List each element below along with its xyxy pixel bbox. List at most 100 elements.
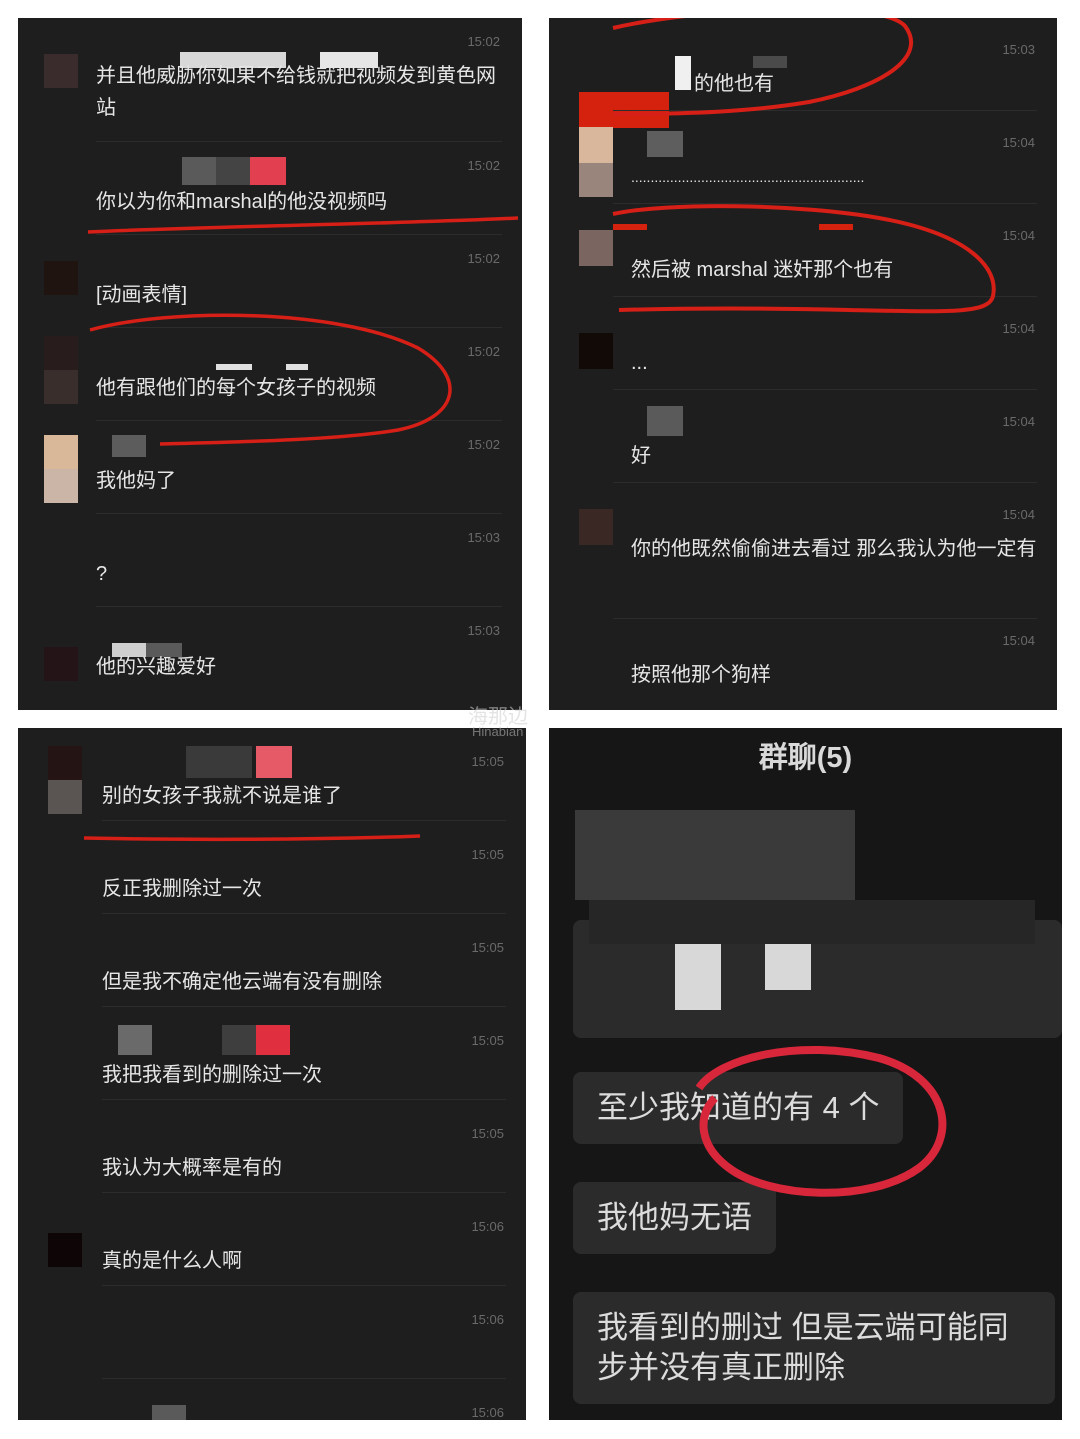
message-text: 我他妈了 (96, 470, 176, 492)
message-text: ... (631, 352, 648, 374)
watermark-subtext: Hinabian (472, 724, 524, 739)
chat-message: 15:03 ? (18, 514, 522, 607)
avatar (48, 1233, 82, 1267)
avatar (48, 746, 82, 780)
message-bubble: 我看到的删过 但是云端可能同步并没有真正删除 (573, 1292, 1055, 1404)
message-time: 15:02 (467, 344, 500, 359)
redaction-block (152, 1405, 186, 1420)
message-time: 15:04 (1002, 507, 1035, 522)
chat-message: 15:04 ..................................… (549, 111, 1057, 204)
message-text: 真的是什么人啊 (102, 1250, 242, 1272)
message-text: 好 (631, 445, 651, 467)
chat-message: 15:02 并且他威胁你如果不给钱就把视频发到黄色网站 (18, 18, 522, 142)
chat-message: 15:03 的他也有 (549, 18, 1057, 128)
chat-message: 15:04 好 (549, 390, 1057, 483)
chat-message: 15:06 (18, 1379, 526, 1420)
message-time: 15:06 (471, 1219, 504, 1234)
avatar (44, 469, 78, 503)
redaction-block (216, 157, 250, 185)
message-time: 15:03 (1002, 42, 1035, 57)
redaction-block (182, 157, 216, 185)
group-chat-panel: 群聊(5) 至少我知道的有 4 个 我他妈无语 我看到的删过 但是云端可能同步并… (549, 728, 1062, 1420)
redaction-block (256, 1025, 290, 1055)
avatar (44, 435, 78, 469)
message-time: 15:04 (1002, 228, 1035, 243)
message-text: 但是我不确定他云端有没有删除 (102, 971, 382, 993)
redaction-block (112, 435, 146, 457)
message-time: 15:04 (1002, 135, 1035, 150)
avatar (579, 509, 613, 545)
redaction-block (250, 157, 286, 185)
avatar (579, 333, 613, 369)
chat-message: 15:03 他的兴趣爱好 (18, 607, 522, 700)
chat-message: 15:04 然后被 marshal 迷奸那个也有 (549, 204, 1057, 297)
message-time: 15:05 (471, 847, 504, 862)
message-time: 15:02 (467, 34, 500, 49)
message-text: 然后被 marshal 迷奸那个也有 (631, 259, 894, 281)
chat-message: 15:04 按照他那个狗样 (549, 619, 1057, 710)
message-text: 并且他威胁你如果不给钱就把视频发到黄色网站 (96, 65, 496, 119)
chat-message: 15:06 (18, 1286, 526, 1379)
redaction-block (819, 224, 853, 230)
message-text: 他有跟他们的每个女孩子的视频 (96, 377, 376, 399)
chat-message: 15:05 我认为大概率是有的 (18, 1100, 526, 1193)
chat-title: 群聊(5) (758, 742, 853, 774)
message-time: 15:02 (467, 251, 500, 266)
message-time: 15:04 (1002, 414, 1035, 429)
redaction-block (589, 900, 1035, 944)
message-time: 15:05 (471, 1033, 504, 1048)
message-text: [动画表情] (96, 284, 188, 306)
redaction-block (286, 364, 308, 370)
chat-message: 15:05 反正我删除过一次 (18, 821, 526, 914)
message-text: ........................................… (631, 169, 865, 185)
chat-panel-3: 15:05 别的女孩子我就不说是谁了 15:05 反正我删除过一次 15:05 … (18, 728, 526, 1420)
message-text: 我认为大概率是有的 (102, 1157, 282, 1179)
message-time: 15:05 (471, 1126, 504, 1141)
avatar (579, 230, 613, 266)
redaction-block (753, 56, 787, 68)
message-text: 你以为你和marshal的他没视频吗 (96, 191, 388, 213)
redaction-block (647, 406, 683, 436)
message-time: 15:05 (471, 754, 504, 769)
redaction-block (222, 1025, 258, 1055)
message-text: 的他也有 (694, 73, 774, 95)
redaction-block (613, 224, 647, 230)
message-time: 15:02 (467, 158, 500, 173)
message-time: 15:06 (471, 1312, 504, 1327)
message-text: 他的兴趣爱好 (96, 656, 216, 678)
avatar (44, 647, 78, 681)
message-text: 反正我删除过一次 (102, 878, 262, 900)
avatar (579, 163, 613, 197)
chat-message: 15:02 他有跟他们的每个女孩子的视频 (18, 328, 522, 421)
message-time: 15:02 (467, 437, 500, 452)
chat-message: 15:06 真的是什么人啊 (18, 1193, 526, 1286)
message-time: 15:03 (467, 530, 500, 545)
chat-message: 15:04 ... (549, 297, 1057, 390)
message-bubble: 我他妈无语 (573, 1182, 776, 1254)
redaction-block (647, 131, 683, 157)
message-bubble: 至少我知道的有 4 个 (573, 1072, 904, 1144)
avatar (44, 261, 78, 295)
chat-message: 15:05 我把我看到的删除过一次 (18, 1007, 526, 1100)
avatar (44, 54, 78, 88)
redaction-block (216, 364, 252, 370)
chat-message: 15:05 但是我不确定他云端有没有删除 (18, 914, 526, 1007)
avatar (44, 336, 78, 370)
message-text: 按照他那个狗样 (631, 664, 771, 686)
redaction-block (186, 746, 252, 778)
chat-message: 15:02 你以为你和marshal的他没视频吗 (18, 142, 522, 235)
chat-panel-1: 15:02 并且他威胁你如果不给钱就把视频发到黄色网站 15:02 你以为你和m… (18, 18, 522, 710)
chat-message: 15:04 你的他既然偷偷进去看过 那么我认为他一定有 (549, 483, 1057, 619)
chat-message: 15:02 我他妈了 (18, 421, 522, 514)
avatar (48, 780, 82, 814)
redaction-block (118, 1025, 152, 1055)
message-text: 你的他既然偷偷进去看过 那么我认为他一定有 (631, 538, 1037, 560)
message-text: 别的女孩子我就不说是谁了 (102, 785, 342, 807)
avatar (44, 370, 78, 404)
message-time: 15:06 (471, 1405, 504, 1420)
redaction-block (575, 810, 855, 900)
message-time: 15:04 (1002, 321, 1035, 336)
chat-message: 15:05 别的女孩子我就不说是谁了 (18, 728, 526, 821)
message-text: ? (96, 563, 108, 585)
redaction-block (675, 944, 721, 1010)
